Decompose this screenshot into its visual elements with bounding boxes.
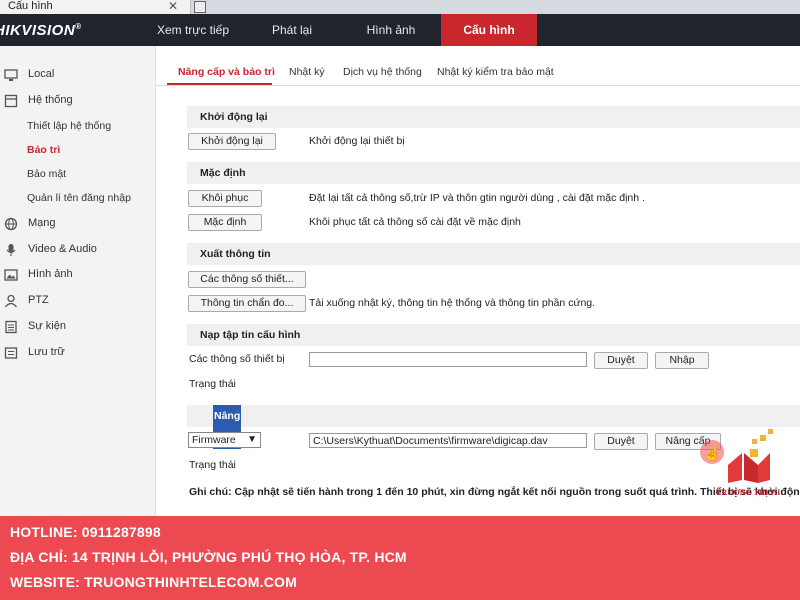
- sidebar-sub-system-settings[interactable]: Thiết lập hệ thống: [27, 120, 111, 132]
- tab-security-audit-log[interactable]: Nhật ký kiểm tra bảo mật: [437, 66, 554, 86]
- nav-picture[interactable]: Hình ảnh: [355, 14, 427, 46]
- tab-system-service[interactable]: Dịch vụ hệ thống: [343, 66, 422, 86]
- chevron-down-icon: ▼: [247, 434, 257, 445]
- restore-description: Đặt lại tất cả thông số,trừ IP và thôn g…: [309, 192, 645, 204]
- sidebar-item-label: Local: [28, 68, 55, 80]
- import-file-input[interactable]: [309, 352, 587, 367]
- import-button[interactable]: Nhập: [655, 352, 709, 369]
- sidebar-item-label: Mạng: [28, 217, 56, 229]
- person-icon: [4, 294, 18, 308]
- active-tab-underline: [167, 83, 272, 85]
- storage-icon: [4, 346, 18, 360]
- image-icon: [4, 268, 18, 282]
- sidebar-item-label: Lưu trữ: [28, 346, 65, 358]
- section-header-reboot: Khởi động lại: [187, 106, 800, 128]
- tab-log[interactable]: Nhật ký: [289, 66, 325, 86]
- microphone-icon: [4, 243, 18, 257]
- sidebar-sub-maintenance[interactable]: Bảo trì: [27, 144, 60, 156]
- upgrade-browse-button[interactable]: Duyệt: [594, 433, 648, 450]
- banner-website: WEBSITE: TRUONGTHINHTELECOM.COM: [10, 574, 297, 590]
- close-icon[interactable]: ✕: [168, 0, 178, 12]
- nav-configuration[interactable]: Cấu hình: [441, 14, 537, 46]
- upgrade-type-value: Firmware: [192, 434, 236, 446]
- section-header-upgrade: Nâng cấp: [187, 405, 800, 449]
- globe-icon: [4, 217, 18, 231]
- hand-cursor-icon: ☝: [703, 445, 722, 462]
- sidebar-sub-security[interactable]: Bảo mật: [27, 168, 66, 180]
- sidebar-sub-user-management[interactable]: Quản lí tên đăng nhập: [27, 192, 131, 204]
- monitor-icon: [4, 68, 18, 82]
- reboot-description: Khởi động lại thiết bị: [309, 135, 405, 147]
- diagnostic-description: Tải xuống nhật ký, thông tin hệ thống và…: [309, 297, 596, 309]
- import-browse-button[interactable]: Duyệt: [594, 352, 648, 369]
- sidebar-item-label: Hệ thống: [28, 94, 73, 106]
- banner-hotline: HOTLINE: 0911287898: [10, 524, 161, 540]
- upgrade-note: Ghi chú: Cập nhật sẽ tiến hành trong 1 đ…: [189, 486, 800, 498]
- import-status-label: Trạng thái: [189, 378, 236, 390]
- sidebar-item-label: Sự kiện: [28, 320, 66, 332]
- tab-divider: [155, 85, 800, 86]
- nav-live-view[interactable]: Xem trực tiếp: [150, 14, 236, 46]
- sidebar-item-label: Hình ảnh: [28, 268, 73, 280]
- system-icon: [4, 94, 18, 108]
- sidebar-item-label: PTZ: [28, 294, 49, 306]
- restore-button[interactable]: Khôi phục: [188, 190, 262, 207]
- brand-logo: HIKVISION®: [0, 22, 82, 39]
- banner-address: ĐỊA CHỈ: 14 TRỊNH LỖI, PHƯỜNG PHÚ THỌ HÒ…: [10, 549, 407, 565]
- export-params-button[interactable]: Các thông số thiết...: [188, 271, 306, 288]
- browser-tab[interactable]: Cấu hình ✕: [0, 0, 191, 14]
- upgrade-file-input[interactable]: C:\Users\Kythuat\Documents\firmware\digi…: [309, 433, 587, 448]
- import-params-label: Các thông số thiết bị: [189, 353, 285, 365]
- browser-tab-title: Cấu hình: [8, 0, 53, 12]
- sidebar-item-label: Video & Audio: [28, 243, 97, 255]
- watermark-text: TRƯỜNG THỊNH: [716, 488, 781, 497]
- contact-banner: HOTLINE: 0911287898 ĐỊA CHỈ: 14 TRỊNH LỖ…: [0, 516, 800, 600]
- section-header-import-config: Nạp tập tin cấu hình: [187, 324, 800, 346]
- diagnostic-info-button[interactable]: Thông tin chẩn đo...: [188, 295, 306, 312]
- event-list-icon: [4, 320, 18, 334]
- upgrade-status-label: Trạng thái: [189, 459, 236, 471]
- section-header-export: Xuất thông tin: [187, 243, 800, 265]
- nav-playback[interactable]: Phát lại: [258, 14, 326, 46]
- upgrade-type-select[interactable]: Firmware ▼: [188, 432, 261, 448]
- section-header-default: Mặc định: [187, 162, 800, 184]
- new-tab-icon[interactable]: [194, 1, 206, 13]
- reboot-button[interactable]: Khởi động lại: [188, 133, 276, 150]
- default-description: Khôi phục tất cả thông số cài đặt về mặc…: [309, 216, 521, 228]
- default-button[interactable]: Mặc định: [188, 214, 262, 231]
- sidebar: Local Hệ thống Thiết lập hệ thống Bảo tr…: [0, 46, 156, 516]
